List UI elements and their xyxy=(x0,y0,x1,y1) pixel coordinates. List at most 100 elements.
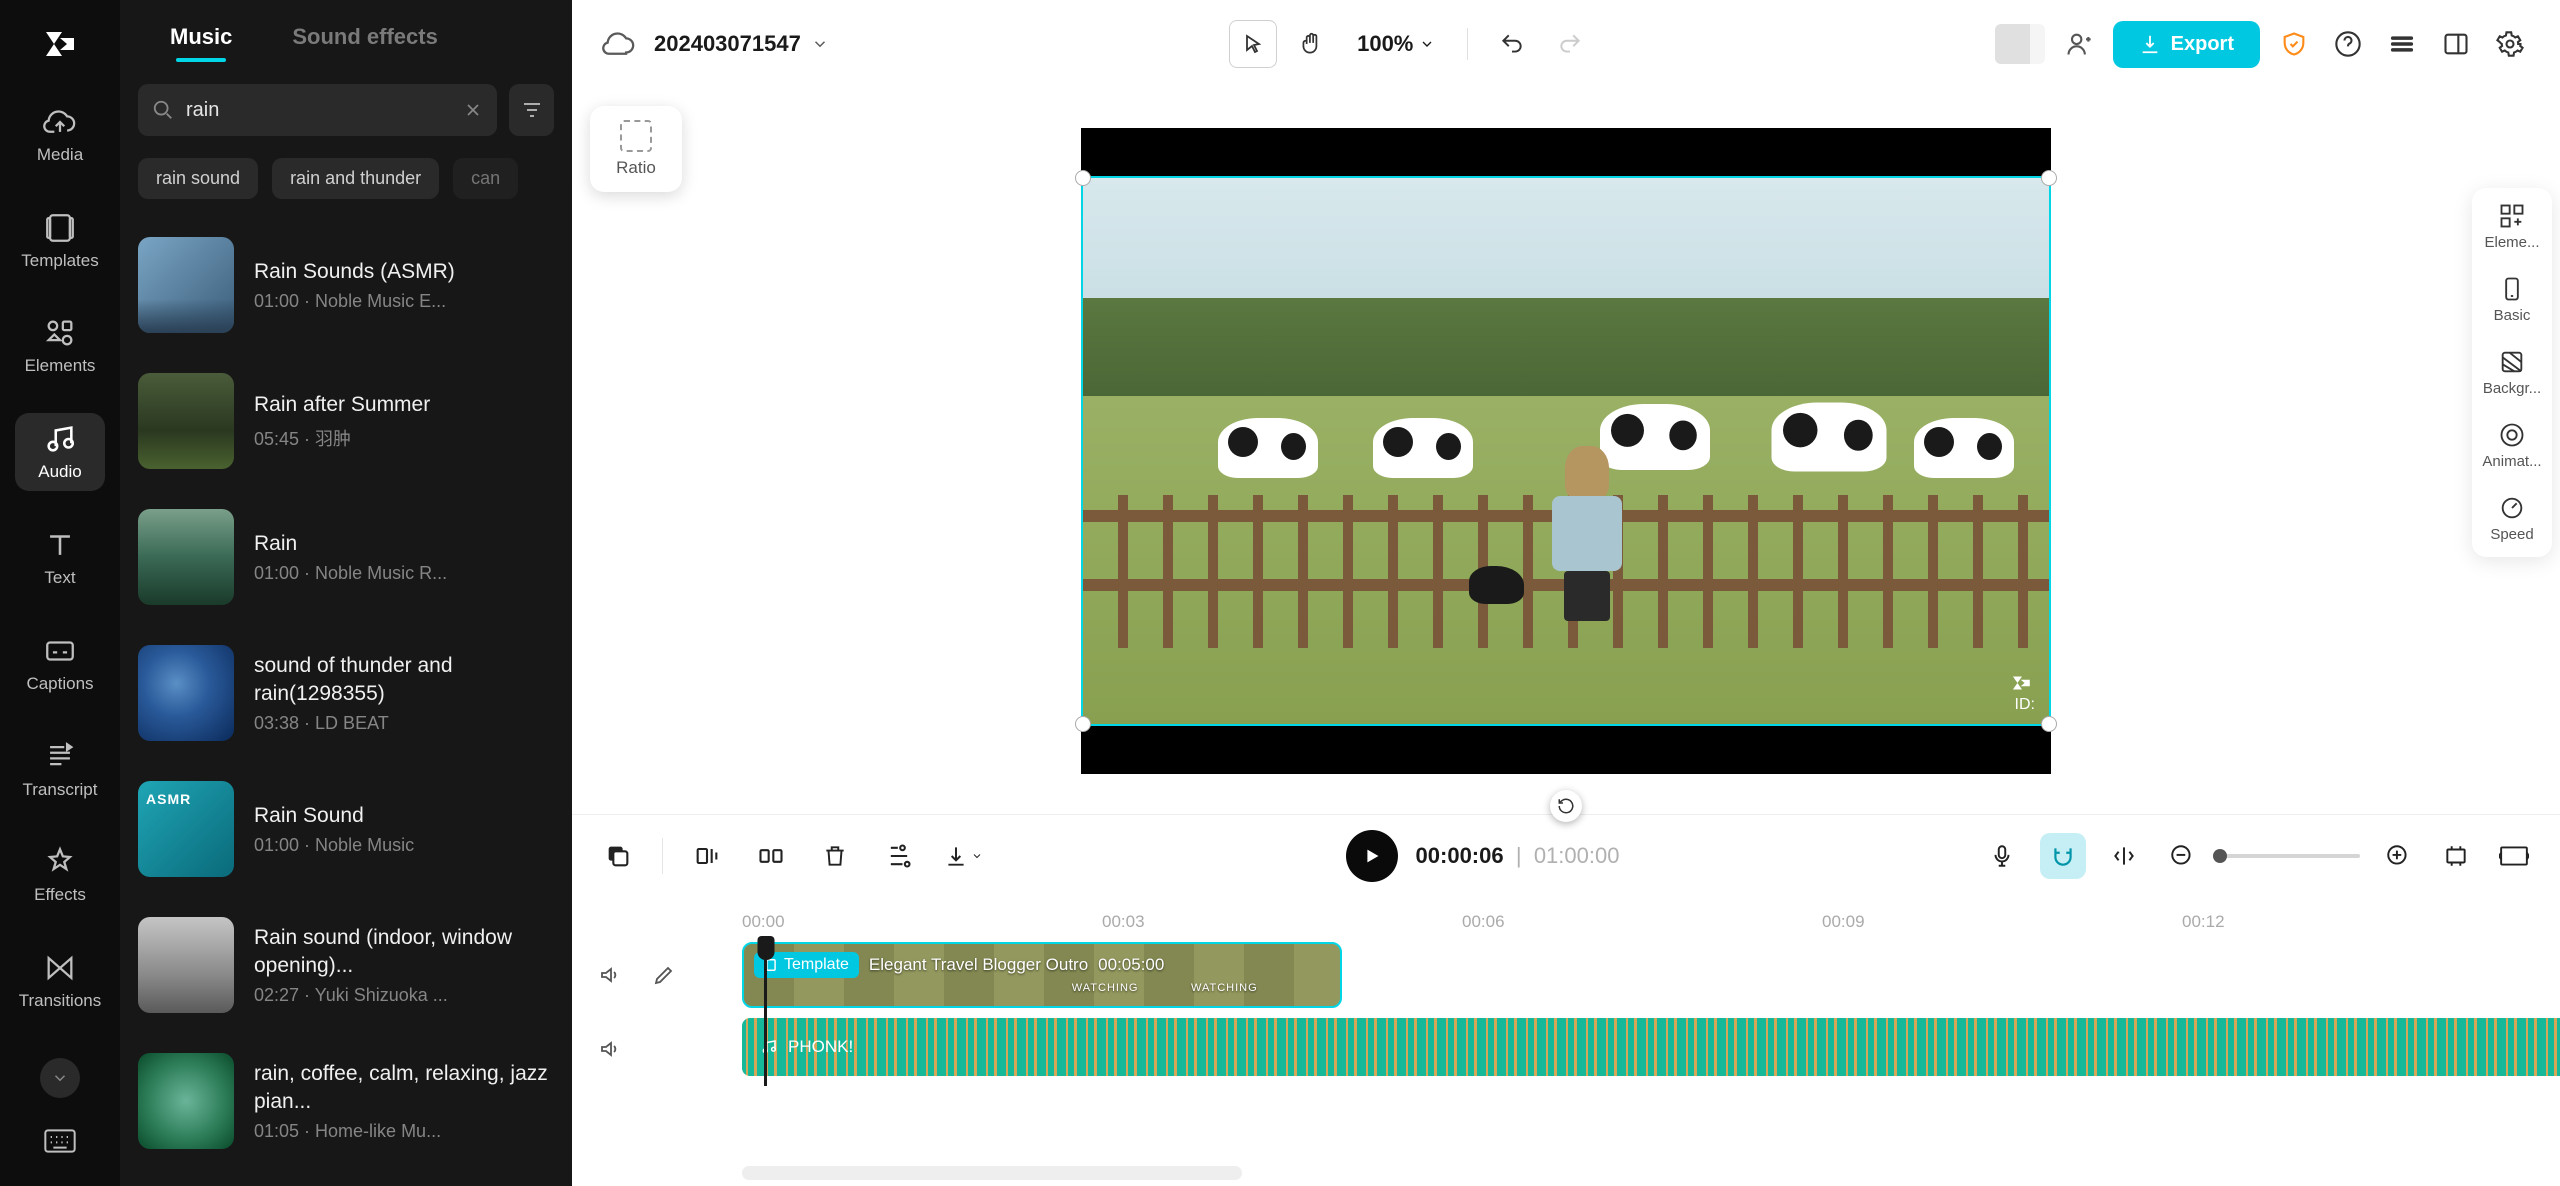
result-item[interactable]: Rain after Summer 05:45 · 羽肿 xyxy=(138,353,554,489)
shield-icon[interactable] xyxy=(2274,24,2314,64)
chip[interactable]: rain sound xyxy=(138,158,258,199)
nav-captions[interactable]: Captions xyxy=(15,625,105,703)
audio-clip[interactable]: PHONK! xyxy=(742,1018,2560,1076)
resize-handle-tr[interactable] xyxy=(2041,170,2057,186)
result-item[interactable]: Rain sound (indoor, window opening)... 0… xyxy=(138,897,554,1033)
clear-search-icon[interactable] xyxy=(463,100,483,120)
rp-animation[interactable]: Animat... xyxy=(2476,421,2548,470)
result-meta: 03:38 · LD BEAT xyxy=(254,713,554,734)
track-edit-icon[interactable] xyxy=(652,963,676,987)
ratio-button[interactable]: Ratio xyxy=(590,106,682,192)
cursor-tool-button[interactable] xyxy=(1229,20,1277,68)
snap-button[interactable] xyxy=(2104,836,2144,876)
magnet-button[interactable] xyxy=(2040,833,2086,879)
cloud-sync-icon[interactable] xyxy=(602,27,636,61)
tab-music[interactable]: Music xyxy=(170,24,232,62)
result-thumbnail xyxy=(138,509,234,605)
fit-timeline-button[interactable] xyxy=(2436,836,2476,876)
nav-effects[interactable]: Effects xyxy=(15,837,105,915)
timeline-zoom-slider[interactable] xyxy=(2220,854,2360,858)
zoom-dropdown[interactable]: 100% xyxy=(1357,31,1435,57)
transitions-icon xyxy=(43,951,77,985)
split-button[interactable] xyxy=(751,836,791,876)
timeline-ruler[interactable]: 00:00 00:03 00:06 00:09 00:12 xyxy=(742,896,2560,938)
nav-text[interactable]: Text xyxy=(15,519,105,597)
resize-handle-bl[interactable] xyxy=(1075,716,1091,732)
expand-timeline-button[interactable] xyxy=(2494,836,2534,876)
project-title[interactable]: 202403071547 xyxy=(654,31,829,57)
timeline[interactable]: 00:00 00:03 00:06 00:09 00:12 xyxy=(572,896,2560,1186)
result-thumbnail xyxy=(138,1053,234,1149)
search-icon xyxy=(152,99,174,121)
result-item[interactable]: sound of thunder and rain(1298355) 03:38… xyxy=(138,625,554,761)
playhead[interactable] xyxy=(764,938,767,1086)
play-button[interactable] xyxy=(1346,830,1398,882)
tab-sound-effects[interactable]: Sound effects xyxy=(292,24,437,62)
result-meta: 01:05 · Home-like Mu... xyxy=(254,1121,554,1142)
video-content[interactable]: ID: xyxy=(1081,176,2051,726)
search-input[interactable] xyxy=(186,99,451,122)
timeline-toolbar: 00:00:06 | 01:00:00 xyxy=(572,814,2560,896)
help-icon[interactable] xyxy=(2328,24,2368,64)
split-left-button[interactable] xyxy=(687,836,727,876)
cloud-upload-icon xyxy=(43,105,77,139)
add-collaborator-button[interactable] xyxy=(2059,24,2099,64)
track-mute-icon[interactable] xyxy=(598,963,622,987)
results-list[interactable]: Rain Sounds (ASMR) 01:00 · Noble Music E… xyxy=(120,209,572,1186)
nav-transcript[interactable]: Transcript xyxy=(15,731,105,809)
result-item[interactable]: Rain Sounds (ASMR) 01:00 · Noble Music E… xyxy=(138,217,554,353)
zoom-out-button[interactable] xyxy=(2162,836,2202,876)
chip[interactable]: can xyxy=(453,158,518,199)
filter-button[interactable] xyxy=(509,84,554,136)
nav-audio[interactable]: Audio xyxy=(15,413,105,491)
preview-area[interactable]: Ratio ID: xyxy=(572,88,2560,814)
video-frame[interactable]: ID: xyxy=(1081,128,2051,774)
ruler-tick: 00:09 xyxy=(1822,912,1865,932)
crop-options-button[interactable] xyxy=(879,836,919,876)
panel-toggle-icon[interactable] xyxy=(2436,24,2476,64)
nav-transitions[interactable]: Transitions xyxy=(15,942,105,1020)
panel-tabs: Music Sound effects xyxy=(120,0,572,72)
layers-icon[interactable] xyxy=(2382,24,2422,64)
rp-speed[interactable]: Speed xyxy=(2476,494,2548,543)
undo-button[interactable] xyxy=(1488,20,1536,68)
app-logo[interactable] xyxy=(36,20,84,68)
result-item[interactable]: rain, coffee, calm, relaxing, jazz pian.… xyxy=(138,1033,554,1169)
phone-icon xyxy=(2498,275,2526,303)
timeline-scrollbar[interactable] xyxy=(742,1166,1242,1180)
export-button[interactable]: Export xyxy=(2113,21,2260,68)
download-button[interactable] xyxy=(943,836,983,876)
hand-tool-button[interactable] xyxy=(1287,20,1335,68)
rp-basic[interactable]: Basic xyxy=(2476,275,2548,324)
clip-title: Elegant Travel Blogger Outro xyxy=(869,955,1088,975)
zoom-in-button[interactable] xyxy=(2378,836,2418,876)
nav-templates[interactable]: Templates xyxy=(15,202,105,280)
resize-handle-br[interactable] xyxy=(2041,716,2057,732)
right-properties-panel: Eleme... Basic Backgr... Animat... Speed xyxy=(2472,188,2552,557)
timecode: 00:00:06 | 01:00:00 xyxy=(1416,843,1620,869)
rotate-handle[interactable] xyxy=(1550,790,1582,822)
nav-media[interactable]: Media xyxy=(15,96,105,174)
settings-icon[interactable] xyxy=(2490,24,2530,64)
nav-elements[interactable]: Elements xyxy=(15,308,105,386)
speed-icon xyxy=(2498,494,2526,522)
chip[interactable]: rain and thunder xyxy=(272,158,439,199)
result-item[interactable]: Rain 01:00 · Noble Music R... xyxy=(138,489,554,625)
copy-button[interactable] xyxy=(598,836,638,876)
video-clip[interactable]: Template Elegant Travel Blogger Outro 00… xyxy=(742,942,1342,1008)
delete-button[interactable] xyxy=(815,836,855,876)
keyboard-shortcuts-button[interactable] xyxy=(40,1126,80,1156)
upload-progress xyxy=(1995,24,2045,64)
rp-elements[interactable]: Eleme... xyxy=(2476,202,2548,251)
voiceover-button[interactable] xyxy=(1982,836,2022,876)
rp-background[interactable]: Backgr... xyxy=(2476,348,2548,397)
effects-icon xyxy=(43,845,77,879)
result-title: Rain xyxy=(254,530,447,557)
track-mute-icon[interactable] xyxy=(598,1037,622,1061)
result-item[interactable]: Rain Sound 01:00 · Noble Music xyxy=(138,761,554,897)
transcript-icon xyxy=(43,740,77,774)
result-thumbnail xyxy=(138,237,234,333)
redo-button[interactable] xyxy=(1546,20,1594,68)
nav-expand-button[interactable] xyxy=(40,1058,80,1098)
resize-handle-tl[interactable] xyxy=(1075,170,1091,186)
